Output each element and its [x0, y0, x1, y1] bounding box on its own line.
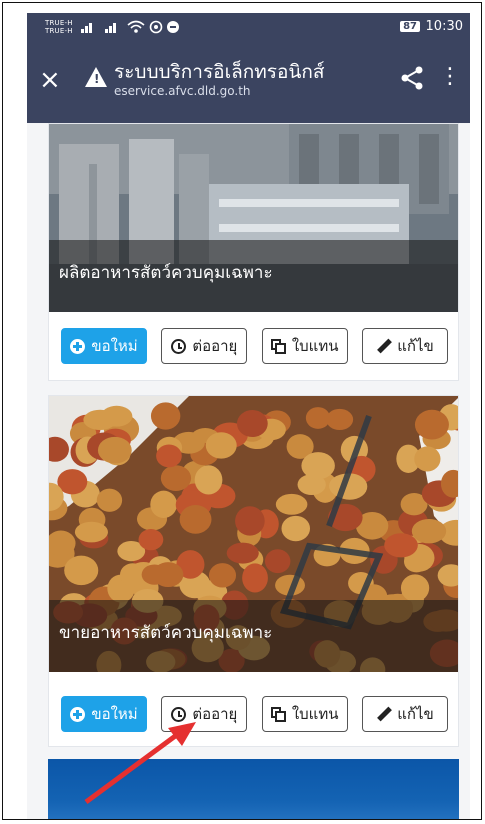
status-bar: TRUE-H TRUE-H 87 10:30	[27, 13, 470, 43]
kibble-piece	[160, 465, 192, 491]
kibble-piece	[119, 563, 146, 587]
kibble-piece	[305, 407, 331, 429]
card-actions: ขอใหม่ ต่ออายุ ใบแทน แก้ไข	[61, 696, 448, 732]
kibble-piece	[264, 549, 291, 574]
feed-factory-image: ผลิตอาหารสัตว์ควบคุมเฉพาะ	[49, 124, 458, 312]
card-title: ผลิตอาหารสัตว์ควบคุมเฉพาะ	[59, 263, 273, 283]
kibble-piece	[226, 542, 259, 564]
plus-circle-icon	[70, 338, 86, 354]
wifi-icon	[127, 20, 145, 33]
kibble-piece	[97, 436, 132, 464]
kibble-piece	[411, 518, 447, 544]
kibble-piece	[208, 563, 237, 588]
kibble-piece	[83, 409, 117, 431]
kibble-piece	[141, 564, 168, 585]
share-icon[interactable]	[399, 65, 425, 91]
phone-screen: TRUE-H TRUE-H 87 10:30 × ! ระบบบริการอิเ…	[27, 13, 470, 819]
service-card-produce: ผลิตอาหารสัตว์ควบคุมเฉพาะ ขอใหม่ ต่ออายุ…	[48, 123, 459, 381]
service-card-sell: ขายอาหารสัตว์ควบคุมเฉพาะ ขอใหม่ ต่ออายุ …	[48, 395, 459, 747]
kibble-piece	[281, 515, 311, 542]
copy-icon	[270, 706, 286, 722]
copy-icon	[270, 338, 286, 354]
chat-status-icon	[167, 21, 179, 33]
carrier-label: TRUE-H TRUE-H	[45, 19, 73, 35]
kibble-piece	[400, 574, 430, 602]
kibble-piece	[384, 533, 418, 558]
kibble-piece	[150, 490, 178, 518]
camera-status-icon	[149, 20, 163, 34]
kibble-piece	[235, 506, 265, 536]
kibble-piece	[194, 465, 223, 495]
signal-icon-2	[105, 23, 116, 33]
kibble-piece	[156, 444, 182, 468]
plus-circle-icon	[70, 706, 86, 722]
kibble-piece	[242, 563, 268, 593]
pencil-icon	[376, 339, 391, 354]
kibble-piece	[150, 402, 181, 430]
kibble-piece	[205, 432, 237, 459]
edit-button[interactable]: แก้ไข	[361, 696, 448, 732]
card-actions: ขอใหม่ ต่ออายุ ใบแทน แก้ไข	[61, 328, 448, 364]
kibble-piece	[414, 409, 449, 440]
clock-icon	[171, 706, 187, 722]
page-title: ระบบบริการอิเล็กทรอนิกส์	[114, 61, 325, 83]
overflow-menu-icon[interactable]: ⋮	[439, 66, 461, 88]
battery-indicator: 87	[400, 21, 420, 32]
warning-icon[interactable]: !	[85, 67, 107, 87]
screenshot-frame: TRUE-H TRUE-H 87 10:30 × ! ระบบบริการอิเ…	[2, 2, 482, 820]
replacement-button[interactable]: ใบแทน	[261, 696, 348, 732]
browser-app-bar: × ! ระบบบริการอิเล็กทรอนิกส์ eservice.af…	[27, 43, 470, 123]
kibble-piece	[326, 408, 354, 431]
kibble-piece	[74, 521, 108, 543]
card-caption-overlay: ผลิตอาหารสัตว์ควบคุมเฉพาะ	[49, 240, 458, 312]
request-new-button[interactable]: ขอใหม่	[61, 328, 147, 364]
kibble-piece	[138, 529, 164, 551]
pencil-icon	[376, 707, 391, 722]
service-card-next-partial	[48, 759, 459, 819]
card-caption-overlay: ขายอาหารสัตว์ควบคุมเฉพาะ	[49, 600, 458, 672]
kibble-piece	[301, 452, 335, 480]
edit-button[interactable]: แก้ไข	[361, 328, 448, 364]
card-title: ขายอาหารสัตว์ควบคุมเฉพาะ	[59, 623, 273, 643]
kibble-piece	[64, 555, 99, 586]
renew-button[interactable]: ต่ออายุ	[161, 696, 248, 732]
request-new-button[interactable]: ขอใหม่	[61, 696, 147, 732]
kibble-piece	[414, 446, 441, 472]
renew-button[interactable]: ต่ออายุ	[161, 328, 248, 364]
signal-icon	[81, 23, 92, 33]
kibble-piece	[236, 409, 268, 438]
pet-food-kibble-image: ขายอาหารสัตว์ควบคุมเฉพาะ	[49, 396, 458, 672]
close-icon[interactable]: ×	[39, 67, 61, 93]
replacement-button[interactable]: ใบแทน	[261, 328, 348, 364]
kibble-piece	[179, 504, 212, 534]
status-time: 10:30	[425, 19, 463, 34]
kibble-piece	[96, 488, 123, 512]
clock-icon	[171, 338, 187, 354]
kibble-piece	[275, 493, 308, 515]
page-url: eservice.afvc.dld.go.th	[114, 84, 251, 98]
